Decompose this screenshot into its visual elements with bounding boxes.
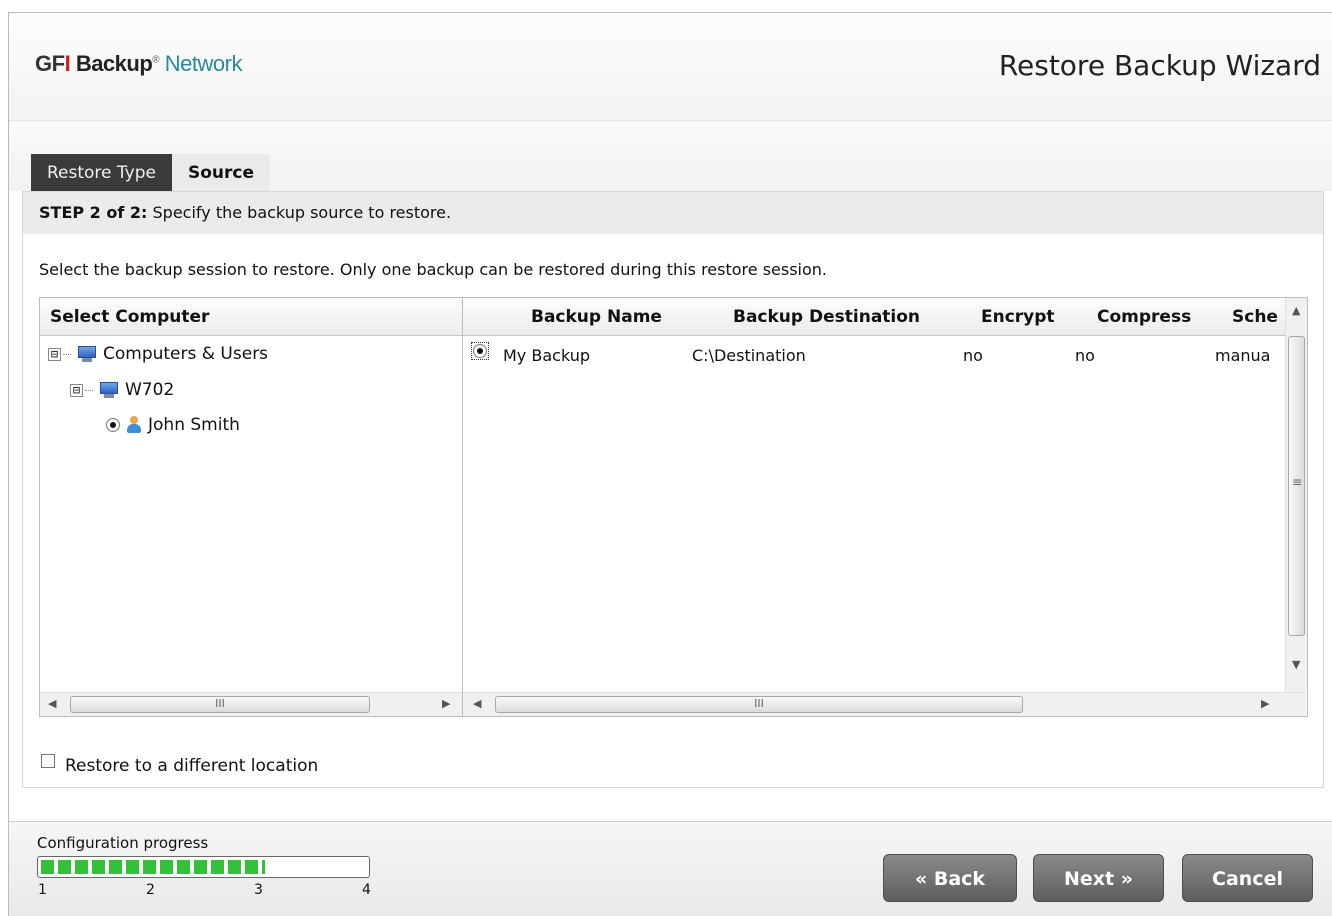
tree-node-label: W702 bbox=[125, 380, 175, 400]
collapse-icon[interactable]: ⊟ bbox=[70, 383, 83, 397]
vertical-scroll-thumb[interactable]: ≡ bbox=[1288, 336, 1305, 636]
scroll-left-icon[interactable]: ◀ bbox=[48, 697, 56, 710]
wizard-window: GFI Backup® Network Restore Backup Wizar… bbox=[8, 12, 1332, 916]
configuration-progress-bar bbox=[37, 856, 370, 878]
grid-horizontal-scrollbar[interactable]: ◀ III ▶ bbox=[463, 692, 1306, 716]
column-backup-name[interactable]: Backup Name bbox=[531, 298, 662, 336]
back-button[interactable]: « Back bbox=[883, 854, 1017, 902]
tree-node-label: John Smith bbox=[148, 415, 240, 435]
scroll-thumb[interactable]: III bbox=[70, 696, 370, 713]
cell-encrypt: no bbox=[963, 346, 983, 365]
configuration-progress-label: Configuration progress bbox=[37, 834, 209, 852]
collapse-icon[interactable]: ⊟ bbox=[48, 347, 61, 361]
user-icon bbox=[126, 416, 142, 434]
scroll-right-icon[interactable]: ▶ bbox=[442, 697, 450, 710]
computer-icon bbox=[99, 381, 119, 399]
tree-horizontal-scrollbar[interactable]: ◀ III ▶ bbox=[40, 692, 462, 716]
column-encrypt[interactable]: Encrypt bbox=[981, 298, 1055, 336]
column-backup-destination[interactable]: Backup Destination bbox=[733, 298, 920, 336]
step-description: Specify the backup source to restore. bbox=[152, 203, 452, 222]
wizard-title: Restore Backup Wizard bbox=[998, 49, 1321, 82]
progress-fill bbox=[41, 860, 265, 874]
tree-node-computers-users[interactable]: ⊟ Computers & Users bbox=[48, 344, 268, 364]
tree-node-label: Computers & Users bbox=[103, 344, 269, 364]
scroll-down-icon[interactable]: ▼ bbox=[1292, 658, 1300, 671]
progress-tick-1: 1 bbox=[38, 882, 47, 898]
grid-vertical-scrollbar[interactable]: ▲ ≡ ▼ bbox=[1285, 298, 1307, 693]
column-schedule[interactable]: Sche bbox=[1232, 298, 1280, 336]
grip-icon: ≡ bbox=[1292, 475, 1303, 489]
backup-radio-button[interactable] bbox=[473, 344, 487, 358]
tree-connector bbox=[85, 389, 93, 391]
cell-backup-destination: C:\Destination bbox=[692, 346, 806, 365]
select-computer-header: Select Computer bbox=[40, 298, 462, 336]
cell-backup-name: My Backup bbox=[503, 346, 591, 365]
tree-node-w702[interactable]: ⊟ W702 bbox=[70, 380, 174, 400]
tab-restore-type[interactable]: Restore Type bbox=[31, 154, 172, 192]
instruction-text: Select the backup session to restore. On… bbox=[39, 260, 827, 279]
backup-grid-pane: Backup Name Backup Destination Encrypt C… bbox=[463, 297, 1308, 717]
computer-icon bbox=[77, 345, 97, 363]
step-indicator: STEP 2 of 2: Specify the backup source t… bbox=[23, 192, 1323, 234]
cell-schedule: manua bbox=[1215, 346, 1271, 365]
tab-source[interactable]: Source bbox=[171, 154, 270, 192]
wizard-header: GFI Backup® Network Restore Backup Wizar… bbox=[9, 13, 1332, 121]
progress-tick-4: 4 bbox=[362, 882, 371, 898]
user-radio-button[interactable] bbox=[106, 418, 120, 432]
restore-different-location-checkbox[interactable] bbox=[41, 754, 55, 768]
scroll-right-icon[interactable]: ▶ bbox=[1261, 697, 1269, 710]
scroll-left-icon[interactable]: ◀ bbox=[473, 697, 481, 710]
tree-connector bbox=[63, 353, 71, 355]
restore-different-location-row[interactable]: Restore to a different location bbox=[41, 754, 318, 776]
grid-header-row: Backup Name Backup Destination Encrypt C… bbox=[463, 298, 1307, 336]
restore-different-location-label[interactable]: Restore to a different location bbox=[65, 756, 318, 776]
source-panel: STEP 2 of 2: Specify the backup source t… bbox=[22, 191, 1324, 788]
wizard-footer: Configuration progress 1 2 3 4 « Back Ne… bbox=[9, 821, 1332, 916]
tree-node-john-smith[interactable]: John Smith bbox=[106, 415, 240, 435]
cancel-button[interactable]: Cancel bbox=[1182, 854, 1313, 902]
gfi-backup-network-logo: GFI Backup® Network bbox=[35, 51, 242, 76]
wizard-tabs: Restore Type Source bbox=[31, 154, 270, 192]
next-button[interactable]: Next » bbox=[1033, 854, 1164, 902]
scroll-up-icon[interactable]: ▲ bbox=[1292, 304, 1300, 317]
cell-compress: no bbox=[1075, 346, 1095, 365]
step-number: STEP 2 of 2: bbox=[39, 203, 148, 222]
backup-radio-focus[interactable] bbox=[471, 342, 489, 360]
scroll-thumb[interactable]: III bbox=[495, 696, 1023, 713]
progress-tick-2: 2 bbox=[146, 882, 155, 898]
column-compress[interactable]: Compress bbox=[1097, 298, 1191, 336]
computer-tree-pane: Select Computer ⊟ Computers & Users ⊟ W7… bbox=[39, 297, 463, 717]
progress-tick-3: 3 bbox=[254, 882, 263, 898]
